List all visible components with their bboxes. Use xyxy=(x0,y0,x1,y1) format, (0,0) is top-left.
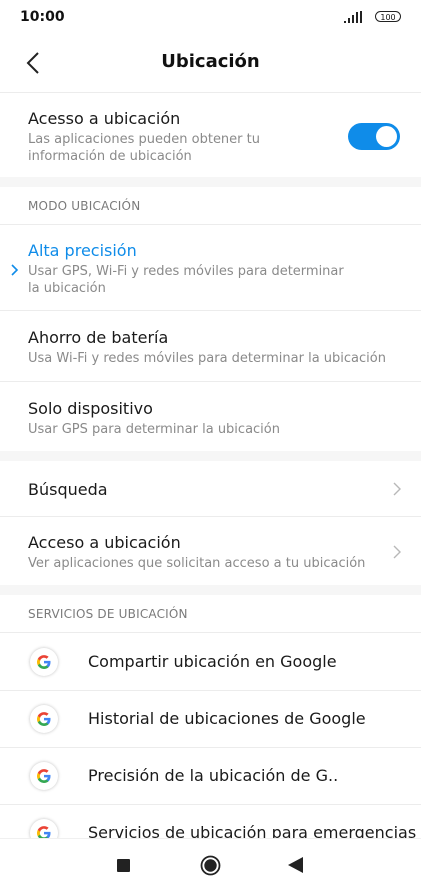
service-item-share-location[interactable]: Compartir ubicación en Google xyxy=(0,633,421,690)
search-link-row[interactable]: Búsqueda xyxy=(0,461,421,516)
mode-item-subtitle: Usar GPS para determinar la ubicación xyxy=(28,422,280,437)
mode-item-title: Solo dispositivo xyxy=(28,399,153,418)
recents-square-icon[interactable] xyxy=(117,859,130,872)
service-item-title: Precisión de la ubicación de G.. xyxy=(88,766,339,785)
back-triangle-icon[interactable] xyxy=(288,857,303,873)
mode-item-subtitle: Usa Wi-Fi y redes móviles para determina… xyxy=(28,351,386,366)
title-bar: Ubicación xyxy=(0,36,421,92)
section-gap xyxy=(0,585,421,595)
signal-icon xyxy=(344,11,362,23)
app-access-link-subtitle: Ver aplicaciones que solicitan acceso a … xyxy=(28,556,366,571)
navigation-bar xyxy=(0,838,421,891)
google-g-icon xyxy=(30,762,58,790)
battery-icon: 100 xyxy=(375,11,401,22)
google-g-icon xyxy=(30,648,58,676)
mode-item-title: Ahorro de batería xyxy=(28,328,169,347)
mode-section-heading: MODO UBICACIÓN xyxy=(28,199,141,213)
app-access-link-title: Acceso a ubicación xyxy=(28,533,181,552)
selected-chevron-icon xyxy=(11,264,19,276)
mode-item-device-only[interactable]: Solo dispositivo Usar GPS para determina… xyxy=(0,382,421,451)
service-item-title: Servicios de ubicación para emergencias xyxy=(88,823,417,838)
home-circle-icon[interactable] xyxy=(200,855,221,876)
service-item-title: Compartir ubicación en Google xyxy=(88,652,337,671)
battery-level: 100 xyxy=(380,13,396,22)
location-access-subtitle: Las aplicaciones pueden obtener tu infor… xyxy=(28,132,260,164)
mode-item-high-accuracy[interactable]: Alta precisión Usar GPS, Wi-Fi y redes m… xyxy=(0,225,421,310)
google-g-icon xyxy=(30,819,58,838)
mode-item-battery-saving[interactable]: Ahorro de batería Usa Wi-Fi y redes móvi… xyxy=(0,311,421,381)
status-bar: 10:00 100 xyxy=(0,0,421,36)
search-link-title: Búsqueda xyxy=(28,480,108,499)
mode-item-subtitle: Usar GPS, Wi-Fi y redes móviles para det… xyxy=(28,264,344,296)
service-item-location-history[interactable]: Historial de ubicaciones de Google xyxy=(0,691,421,747)
service-item-location-accuracy[interactable]: Precisión de la ubicación de G.. xyxy=(0,748,421,804)
chevron-right-icon xyxy=(393,482,401,496)
mode-item-title: Alta precisión xyxy=(28,241,137,260)
service-item-emergency[interactable]: Servicios de ubicación para emergencias xyxy=(0,805,421,838)
location-access-title: Acesso a ubicación xyxy=(28,109,181,128)
chevron-right-icon xyxy=(393,545,401,559)
services-section-heading: SERVICIOS DE UBICACIÓN xyxy=(28,607,188,621)
toggle-knob xyxy=(376,126,397,147)
page-title: Ubicación xyxy=(161,51,260,72)
location-toggle[interactable] xyxy=(348,123,400,150)
service-item-title: Historial de ubicaciones de Google xyxy=(88,709,366,728)
section-gap xyxy=(0,177,421,187)
google-g-icon xyxy=(30,705,58,733)
status-time: 10:00 xyxy=(20,9,65,25)
app-access-link-row[interactable]: Acceso a ubicación Ver aplicaciones que … xyxy=(0,517,421,585)
section-gap xyxy=(0,451,421,461)
